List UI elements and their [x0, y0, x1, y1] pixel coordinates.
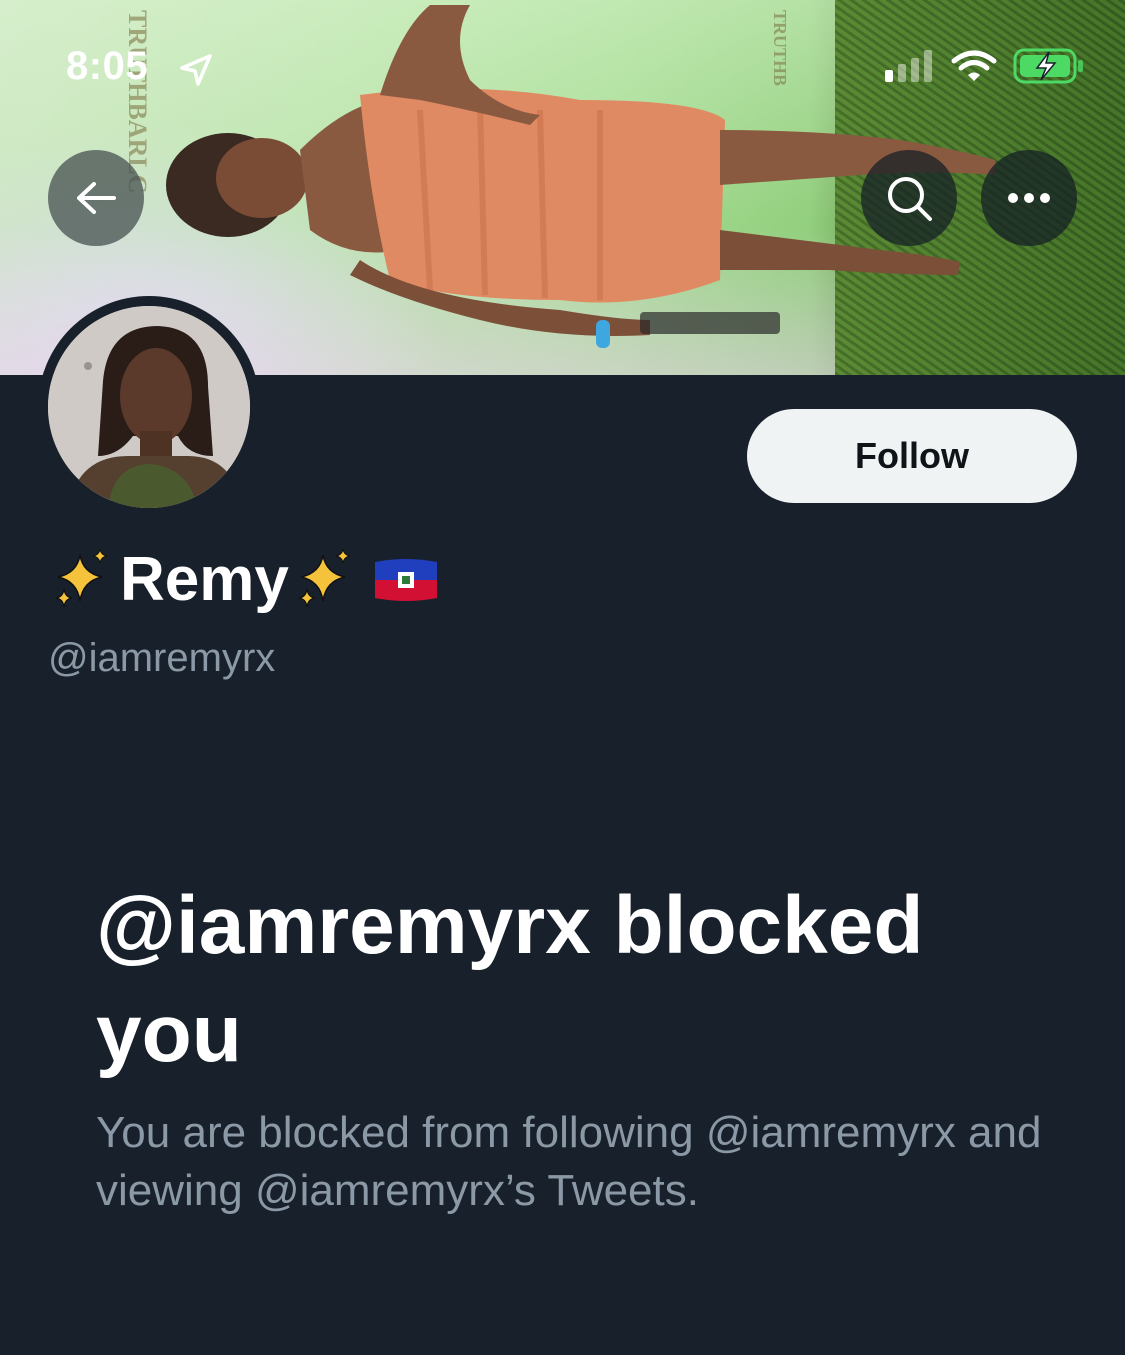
display-name-text: Remy [120, 545, 289, 614]
search-icon [888, 177, 932, 221]
profile-handle: @iamremyrx [48, 636, 276, 680]
follow-button[interactable]: Follow [747, 409, 1077, 503]
status-indicators [885, 48, 1085, 84]
avatar[interactable] [48, 306, 250, 508]
battery-charging-icon [1013, 48, 1083, 84]
cellular-signal-icon [885, 50, 932, 82]
sparkles-icon [298, 548, 350, 608]
more-options-button[interactable] [981, 150, 1077, 246]
back-button[interactable] [48, 150, 144, 246]
haiti-flag-icon [374, 559, 437, 601]
status-time: 8:05 [66, 44, 149, 88]
more-horizontal-icon [1008, 193, 1050, 203]
blocked-description: You are blocked from following @iamremyr… [96, 1108, 1042, 1215]
blocked-title: @iamremyrx blocked you [96, 880, 924, 1079]
profile-display-name: Remy [50, 540, 439, 620]
search-button[interactable] [861, 150, 957, 246]
location-arrow-icon [180, 54, 212, 86]
wifi-icon [951, 50, 997, 81]
profile-screen: TRUTHBARLC TRUTHB 8:05 Follow Remy @iamr… [0, 0, 1125, 1355]
avatar-photo [48, 306, 250, 508]
sparkles-icon [55, 548, 108, 608]
arrow-left-icon [77, 182, 116, 214]
